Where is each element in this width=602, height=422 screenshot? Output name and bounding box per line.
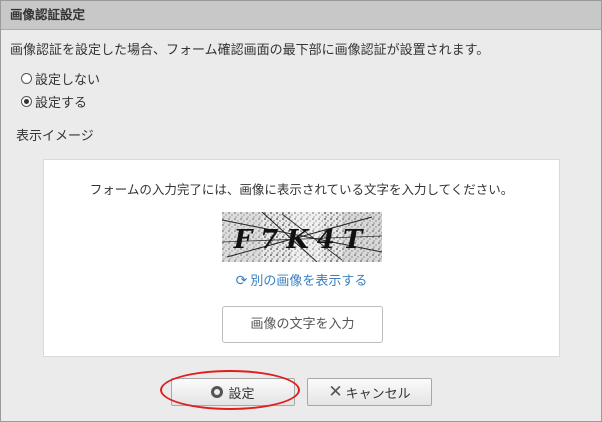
radio-checked-icon[interactable] — [21, 96, 32, 107]
preview-panel: フォームの入力完了には、画像に表示されている文字を入力してください。 F7K4T — [43, 159, 560, 357]
dialog-description: 画像認証を設定した場合、フォーム確認画面の最下部に画像認証が設置されます。 — [10, 43, 490, 58]
refresh-label: 別の画像を表示する — [250, 274, 368, 289]
preview-label: 表示イメージ — [16, 129, 94, 144]
set-button[interactable]: 設定 — [171, 378, 295, 406]
captcha-image: F7K4T — [222, 212, 382, 262]
radio-option-enable[interactable]: 設定する — [21, 92, 87, 111]
circle-ring-icon — [211, 386, 224, 398]
refresh-captcha-link[interactable]: ⟳ 別の画像を表示する — [44, 270, 559, 289]
radio-label-enable: 設定する — [35, 96, 88, 111]
radio-label-disable: 設定しない — [35, 73, 101, 88]
radio-option-disable[interactable]: 設定しない — [21, 69, 100, 88]
image-auth-settings-dialog: 画像認証設定 画像認証を設定した場合、フォーム確認画面の最下部に画像認証が設置さ… — [0, 0, 602, 422]
captcha-text: F7K4T — [233, 225, 371, 255]
refresh-icon[interactable]: ⟳ — [236, 273, 248, 289]
close-x-icon: ✕ — [328, 381, 343, 402]
captcha-instruction: フォームの入力完了には、画像に表示されている文字を入力してください。 — [89, 182, 514, 197]
dialog-title: 画像認証設定 — [1, 1, 601, 30]
radio-unchecked-icon[interactable] — [21, 73, 32, 84]
cancel-button[interactable]: ✕ キャンセル — [307, 378, 432, 406]
cancel-button-label: キャンセル — [345, 386, 411, 402]
captcha-answer-input[interactable] — [222, 306, 383, 343]
set-button-label: 設定 — [228, 386, 255, 402]
